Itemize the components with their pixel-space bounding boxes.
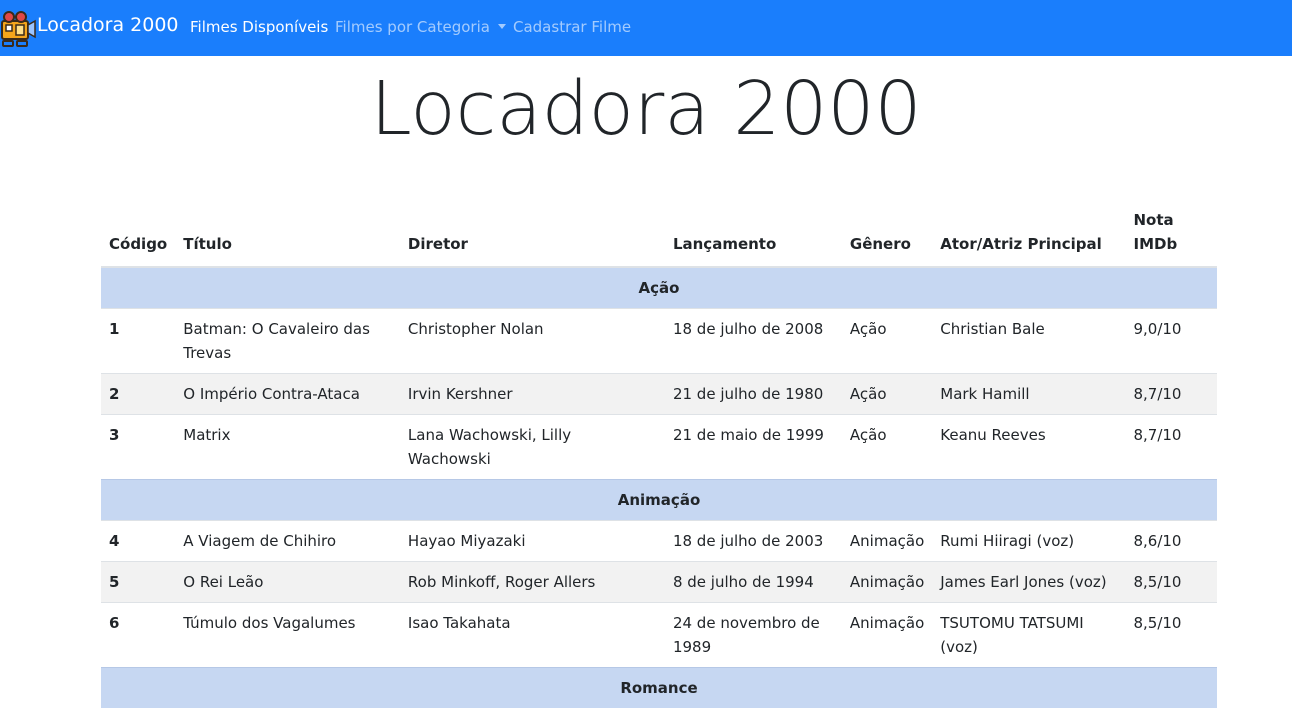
films-table: Código Título Diretor Lançamento Gênero …: [101, 202, 1217, 708]
table-row: 6 Túmulo dos Vagalumes Isao Takahata 24 …: [101, 603, 1217, 668]
cell-genre: Ação: [842, 309, 932, 374]
cell-rating: 9,0/10: [1125, 309, 1217, 374]
category-row-acao: Ação: [101, 267, 1217, 309]
nav-link-cadastrar-filme[interactable]: Cadastrar Filme: [513, 18, 631, 36]
cell-genre: Animação: [842, 521, 932, 562]
cell-title: Matrix: [175, 415, 400, 480]
nav-dropdown-label: Filmes por Categoria: [335, 18, 490, 36]
table-row: 2 O Império Contra-Ataca Irvin Kershner …: [101, 374, 1217, 415]
caret-down-icon: [498, 24, 506, 29]
column-header-titulo: Título: [175, 202, 400, 267]
cell-release: 18 de julho de 2003: [665, 521, 842, 562]
cell-rating: 8,7/10: [1125, 374, 1217, 415]
cell-director: Isao Takahata: [400, 603, 665, 668]
cell-title: O Império Contra-Ataca: [175, 374, 400, 415]
cell-director: Lana Wachowski, Lilly Wachowski: [400, 415, 665, 480]
table-row: 1 Batman: O Cavaleiro das Trevas Christo…: [101, 309, 1217, 374]
cell-code: 4: [101, 521, 175, 562]
cell-rating: 8,5/10: [1125, 603, 1217, 668]
cell-code: 6: [101, 603, 175, 668]
cell-rating: 8,5/10: [1125, 562, 1217, 603]
category-row-romance: Romance: [101, 668, 1217, 708]
cell-code: 1: [101, 309, 175, 374]
cell-genre: Animação: [842, 603, 932, 668]
cell-code: 2: [101, 374, 175, 415]
top-navbar: Locadora 2000 Filmes Disponíveis Filmes …: [0, 0, 1292, 56]
cell-release: 8 de julho de 1994: [665, 562, 842, 603]
cell-code: 5: [101, 562, 175, 603]
column-header-diretor: Diretor: [400, 202, 665, 267]
cell-genre: Animação: [842, 562, 932, 603]
table-row: 5 O Rei Leão Rob Minkoff, Roger Allers 8…: [101, 562, 1217, 603]
film-projector-logo-icon[interactable]: [0, 9, 36, 49]
cell-director: Christopher Nolan: [400, 309, 665, 374]
cell-genre: Ação: [842, 415, 932, 480]
cell-title: O Rei Leão: [175, 562, 400, 603]
cell-code: 3: [101, 415, 175, 480]
column-header-genero: Gênero: [842, 202, 932, 267]
cell-actor: Mark Hamill: [932, 374, 1125, 415]
cell-title: Batman: O Cavaleiro das Trevas: [175, 309, 400, 374]
cell-release: 21 de julho de 1980: [665, 374, 842, 415]
cell-actor: Christian Bale: [932, 309, 1125, 374]
table-row: 4 A Viagem de Chihiro Hayao Miyazaki 18 …: [101, 521, 1217, 562]
category-label: Romance: [101, 668, 1217, 708]
category-label: Animação: [101, 480, 1217, 521]
cell-actor: James Earl Jones (voz): [932, 562, 1125, 603]
column-header-nota-imdb: Nota IMDb: [1125, 202, 1217, 267]
cell-rating: 8,6/10: [1125, 521, 1217, 562]
cell-director: Irvin Kershner: [400, 374, 665, 415]
cell-actor: Rumi Hiiragi (voz): [932, 521, 1125, 562]
cell-actor: TSUTOMU TATSUMI (voz): [932, 603, 1125, 668]
column-header-codigo: Código: [101, 202, 175, 267]
category-row-animacao: Animação: [101, 480, 1217, 521]
nav-dropdown-filmes-por-categoria[interactable]: Filmes por Categoria: [335, 18, 506, 36]
cell-genre: Ação: [842, 374, 932, 415]
column-header-ator: Ator/Atriz Principal: [932, 202, 1125, 267]
category-label: Ação: [101, 267, 1217, 309]
navbar-brand[interactable]: Locadora 2000: [37, 14, 179, 36]
cell-title: Túmulo dos Vagalumes: [175, 603, 400, 668]
cell-release: 24 de novembro de 1989: [665, 603, 842, 668]
table-row: 3 Matrix Lana Wachowski, Lilly Wachowski…: [101, 415, 1217, 480]
cell-title: A Viagem de Chihiro: [175, 521, 400, 562]
cell-director: Hayao Miyazaki: [400, 521, 665, 562]
page-title: Locadora 2000: [0, 66, 1292, 152]
nav-link-filmes-disponiveis[interactable]: Filmes Disponíveis: [190, 18, 328, 36]
cell-release: 21 de maio de 1999: [665, 415, 842, 480]
table-header-row: Código Título Diretor Lançamento Gênero …: [101, 202, 1217, 267]
cell-release: 18 de julho de 2008: [665, 309, 842, 374]
cell-director: Rob Minkoff, Roger Allers: [400, 562, 665, 603]
column-header-lancamento: Lançamento: [665, 202, 842, 267]
cell-rating: 8,7/10: [1125, 415, 1217, 480]
cell-actor: Keanu Reeves: [932, 415, 1125, 480]
